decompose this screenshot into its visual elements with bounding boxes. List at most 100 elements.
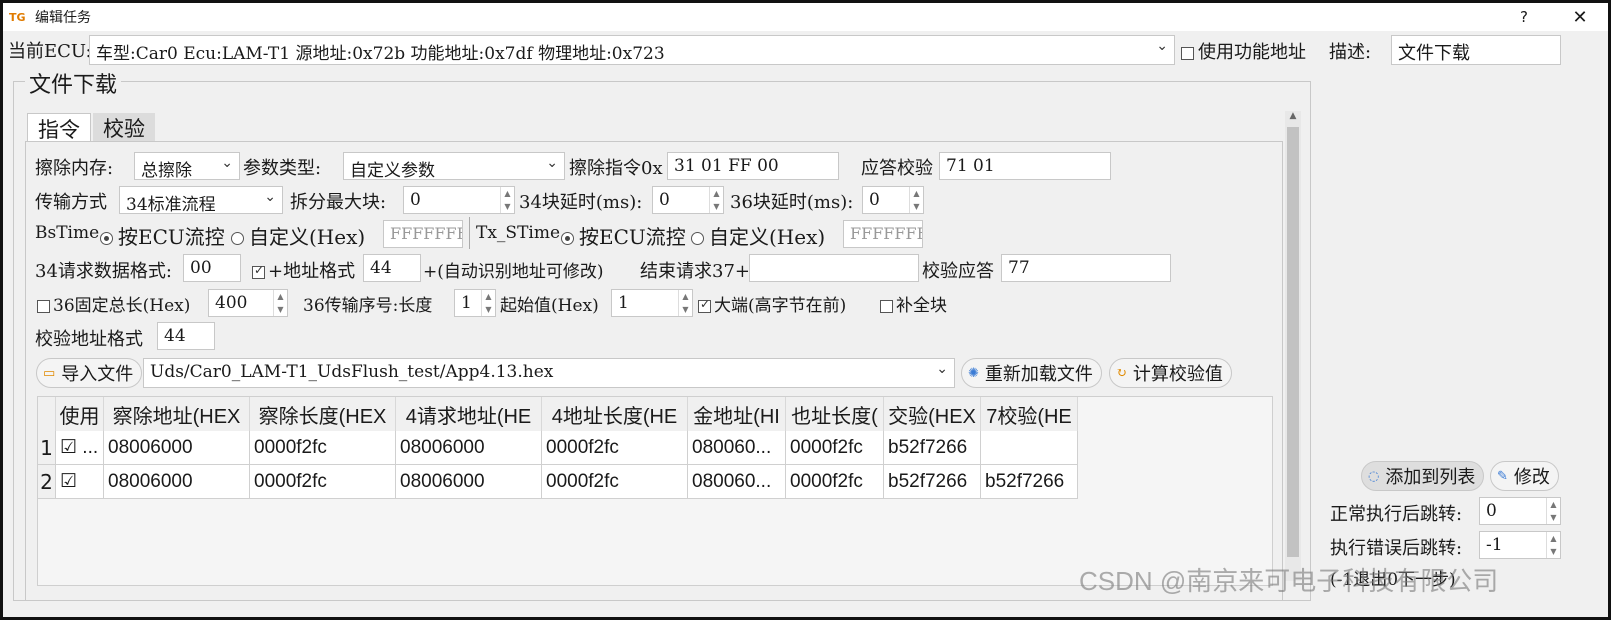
fixed-len-spinbox[interactable]: 400 ▲ ▼ (208, 289, 288, 317)
scroll-thumb[interactable] (1287, 127, 1299, 557)
big-endian-checkbox[interactable] (698, 296, 711, 315)
use-func-addr-checkbox[interactable] (1181, 43, 1194, 62)
table-cell[interactable]: b52f7266 (981, 465, 1078, 499)
ecu-select[interactable]: 车型:Car0 Ecu:LAM-T1 源地址:0x72b 功能地址:0x7df … (89, 35, 1175, 65)
table-cell[interactable]: 080060... (688, 431, 786, 465)
use-cell[interactable]: ☑ (56, 465, 104, 499)
req34-fmt-input[interactable]: 00 (183, 254, 241, 282)
addr-fmt-checkbox[interactable] (252, 262, 265, 281)
col-header[interactable]: 察除长度(HEX (250, 397, 396, 431)
col-header[interactable]: 4请求地址(HE (396, 397, 542, 431)
table-cell[interactable]: 08006000 (104, 465, 250, 499)
check-addr-fmt-label: 校验地址格式 (35, 329, 143, 350)
table-header: 使用 察除地址(HEX 察除长度(HEX 4请求地址(HE 4地址长度(HE 金… (38, 397, 1078, 431)
spin-arrows-icon[interactable]: ▲ ▼ (273, 290, 287, 316)
req34-fmt-label: 34请求数据格式: (35, 261, 172, 282)
bstime-by-ecu-radio[interactable] (100, 228, 113, 247)
fixed-len-label: 36固定总长(Hex) (53, 296, 191, 316)
table-cell[interactable]: 08006000 (396, 431, 542, 465)
check-resp-label: 校验应答 (922, 261, 994, 282)
col-header[interactable]: 交验(HEX (884, 397, 981, 431)
add-to-list-button[interactable]: ◌ 添加到列表 (1361, 461, 1485, 491)
table-cell[interactable]: 080060... (688, 465, 786, 499)
spin-arrows-icon[interactable]: ▲ ▼ (1546, 498, 1560, 524)
erase-cmd-input[interactable]: 31 01 FF 00 (667, 152, 839, 180)
col-header[interactable]: 4地址长度(HE (542, 397, 688, 431)
description-input[interactable]: 文件下载 (1391, 35, 1561, 65)
bstime-by-ecu-label: 按ECU流控 (118, 225, 225, 249)
table-cell[interactable]: 0000f2fc (786, 431, 884, 465)
table-cell[interactable]: 0000f2fc (250, 431, 396, 465)
scroll-up-icon[interactable]: ▲ (1285, 111, 1301, 125)
spin-arrows-icon[interactable]: ▲ ▼ (1546, 532, 1560, 558)
col-header[interactable]: 察除地址(HEX (104, 397, 250, 431)
bstime-hex-input[interactable]: FFFFFFFF (383, 220, 463, 248)
spin-arrows-icon[interactable]: ▲ ▼ (500, 187, 514, 213)
check-addr-fmt-input[interactable]: 44 (157, 322, 215, 350)
table-row[interactable]: 1 ☑ ... 08006000 0000f2fc 08006000 0000f… (38, 431, 1078, 465)
use-cell[interactable]: ☑ ... (56, 431, 104, 465)
spin-arrows-icon[interactable]: ▲ ▼ (678, 290, 692, 316)
row-number: 1 (38, 431, 56, 465)
table-cell[interactable]: b52f7266 (884, 465, 981, 499)
row-number: 2 (38, 465, 56, 499)
param-type-select[interactable]: 自定义参数 ⌄ (343, 152, 565, 180)
delay34-label: 34块延时(ms): (519, 192, 643, 213)
split-max-spinbox[interactable]: 0 ▲ ▼ (403, 186, 515, 214)
delay36-spinbox[interactable]: 0 ▲ ▼ (862, 186, 924, 214)
table-cell[interactable] (981, 431, 1078, 465)
col-header[interactable]: 金地址(HI (688, 397, 786, 431)
table-cell[interactable]: 0000f2fc (542, 431, 688, 465)
col-header[interactable]: 7校验(HE (981, 397, 1078, 431)
tab-command[interactable]: 指令 (27, 113, 91, 143)
end-req-input[interactable] (749, 254, 919, 282)
txstime-label: Tx_STime (476, 223, 561, 243)
fill-block-label: 补全块 (896, 296, 947, 316)
bstime-custom-radio[interactable] (231, 228, 244, 247)
fixed-len-checkbox[interactable] (37, 296, 50, 315)
table-cell[interactable]: 0000f2fc (786, 465, 884, 499)
panel-scrollbar[interactable]: ▲ (1285, 111, 1301, 581)
erase-mem-select[interactable]: 总擦除 ⌄ (134, 152, 240, 180)
table-cell[interactable]: b52f7266 (884, 431, 981, 465)
txstime-hex-input[interactable]: FFFFFFFF (843, 220, 923, 248)
fill-block-checkbox[interactable] (880, 296, 893, 315)
help-button[interactable]: ? (1504, 5, 1544, 29)
file-path-select[interactable]: Uds/Car0_LAM-T1_UdsFlush_test/App4.13.he… (143, 358, 955, 388)
txstime-custom-radio[interactable] (691, 228, 704, 247)
txstime-by-ecu-radio[interactable] (561, 228, 574, 247)
jump-err-label: 执行错误后跳转: (1330, 538, 1463, 559)
transfer-mode-select[interactable]: 34标准流程 ⌄ (119, 186, 283, 214)
table-row[interactable]: 2 ☑ 08006000 0000f2fc 08006000 0000f2fc … (38, 465, 1078, 499)
chevron-down-icon: ⌄ (936, 361, 948, 377)
jump-err-spinbox[interactable]: -1 ▲ ▼ (1479, 531, 1561, 559)
param-type-value: 自定义参数 (350, 161, 435, 180)
spin-arrows-icon[interactable]: ▲ ▼ (481, 290, 495, 316)
reload-file-button[interactable]: ✺ 重新加载文件 (961, 358, 1102, 388)
chevron-down-icon: ⌄ (546, 155, 558, 171)
addr-fmt-label: +地址格式 (268, 261, 356, 282)
calc-checksum-button[interactable]: ↻ 计算校验值 (1109, 358, 1232, 388)
table-cell[interactable]: 0000f2fc (250, 465, 396, 499)
jump-ok-spinbox[interactable]: 0 ▲ ▼ (1479, 497, 1561, 525)
table-cell[interactable]: 08006000 (396, 465, 542, 499)
erase-mem-value: 总擦除 (141, 161, 192, 180)
check-resp-input[interactable]: 77 (1001, 254, 1171, 282)
spin-arrows-icon[interactable]: ▲ ▼ (909, 187, 923, 213)
import-file-button[interactable]: ▭ 导入文件 (36, 358, 143, 388)
delay34-spinbox[interactable]: 0 ▲ ▼ (652, 186, 724, 214)
col-header[interactable]: 也址长度( (786, 397, 884, 431)
resp-check-label: 应答校验 (861, 158, 933, 179)
resp-check-input[interactable]: 71 01 (939, 152, 1111, 180)
modify-button[interactable]: ✎ 修改 (1490, 461, 1559, 491)
spin-arrows-icon[interactable]: ▲ ▼ (709, 187, 723, 213)
table-cell[interactable]: 0000f2fc (542, 465, 688, 499)
addr-fmt-input[interactable]: 44 (363, 254, 421, 282)
seq-len-spinbox[interactable]: 1 ▲ ▼ (454, 289, 496, 317)
window-title: 编辑任务 (35, 10, 91, 26)
col-header[interactable]: 使用 (56, 397, 104, 431)
table-cell[interactable]: 08006000 (104, 431, 250, 465)
close-button[interactable]: ✕ (1560, 5, 1600, 29)
tab-verify[interactable]: 校验 (93, 113, 155, 143)
start-value-spinbox[interactable]: 1 ▲ ▼ (611, 289, 693, 317)
